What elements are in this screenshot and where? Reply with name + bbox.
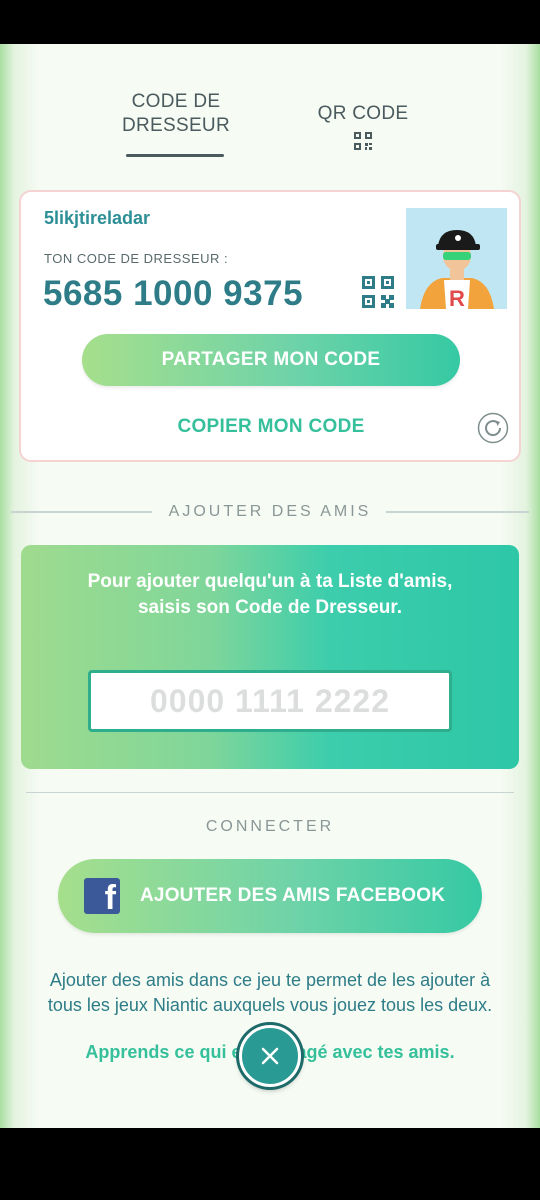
tab-trainer-code-label-line2: DRESSEUR xyxy=(122,115,230,136)
trainer-avatar: R xyxy=(406,208,507,309)
copy-code-button[interactable]: COPIER MON CODE xyxy=(131,416,411,438)
svg-text:R: R xyxy=(449,286,465,309)
friend-code-screen: CODE DE DRESSEUR QR CODE 5likjtireladar … xyxy=(0,44,540,1128)
trainer-code-input[interactable] xyxy=(88,670,452,732)
status-bar xyxy=(0,0,540,44)
qr-code-icon xyxy=(354,132,372,150)
connect-section-title: CONNECTER xyxy=(205,818,335,835)
qr-code-icon[interactable] xyxy=(362,276,394,308)
tab-qr-code-label: QR CODE xyxy=(317,103,409,124)
facebook-icon: f xyxy=(84,878,120,917)
close-icon xyxy=(261,1047,279,1065)
add-friend-panel: Pour ajouter quelqu'un à ta Liste d'amis… xyxy=(21,545,519,769)
niantic-friends-info: Ajouter des amis dans ce jeu te permet d… xyxy=(47,970,493,1015)
system-navigation-bar xyxy=(0,1128,540,1200)
close-button[interactable] xyxy=(239,1025,301,1087)
section-divider-right xyxy=(386,511,529,513)
trainer-code-card: 5likjtireladar TON CODE DE DRESSEUR : 56… xyxy=(19,190,521,462)
facebook-button-label: AJOUTER DES AMIS FACEBOOK xyxy=(140,885,446,906)
add-facebook-friends-button[interactable]: f AJOUTER DES AMIS FACEBOOK xyxy=(58,859,482,933)
trainer-code-value: 5685 1000 9375 xyxy=(43,274,304,313)
connect-divider xyxy=(26,792,514,793)
tab-qr-code[interactable]: QR CODE xyxy=(300,102,426,150)
tab-trainer-code[interactable]: CODE DE DRESSEUR xyxy=(118,90,234,157)
active-tab-indicator xyxy=(126,154,224,157)
share-code-button[interactable]: PARTAGER MON CODE xyxy=(82,334,460,386)
trainer-username: 5likjtireladar xyxy=(44,208,151,228)
trainer-code-caption: TON CODE DE DRESSEUR : xyxy=(44,251,229,266)
refresh-icon[interactable] xyxy=(477,412,509,444)
add-friend-instructions: Pour ajouter quelqu'un à ta Liste d'amis… xyxy=(87,571,453,618)
tab-trainer-code-label-line1: CODE DE xyxy=(131,91,221,112)
